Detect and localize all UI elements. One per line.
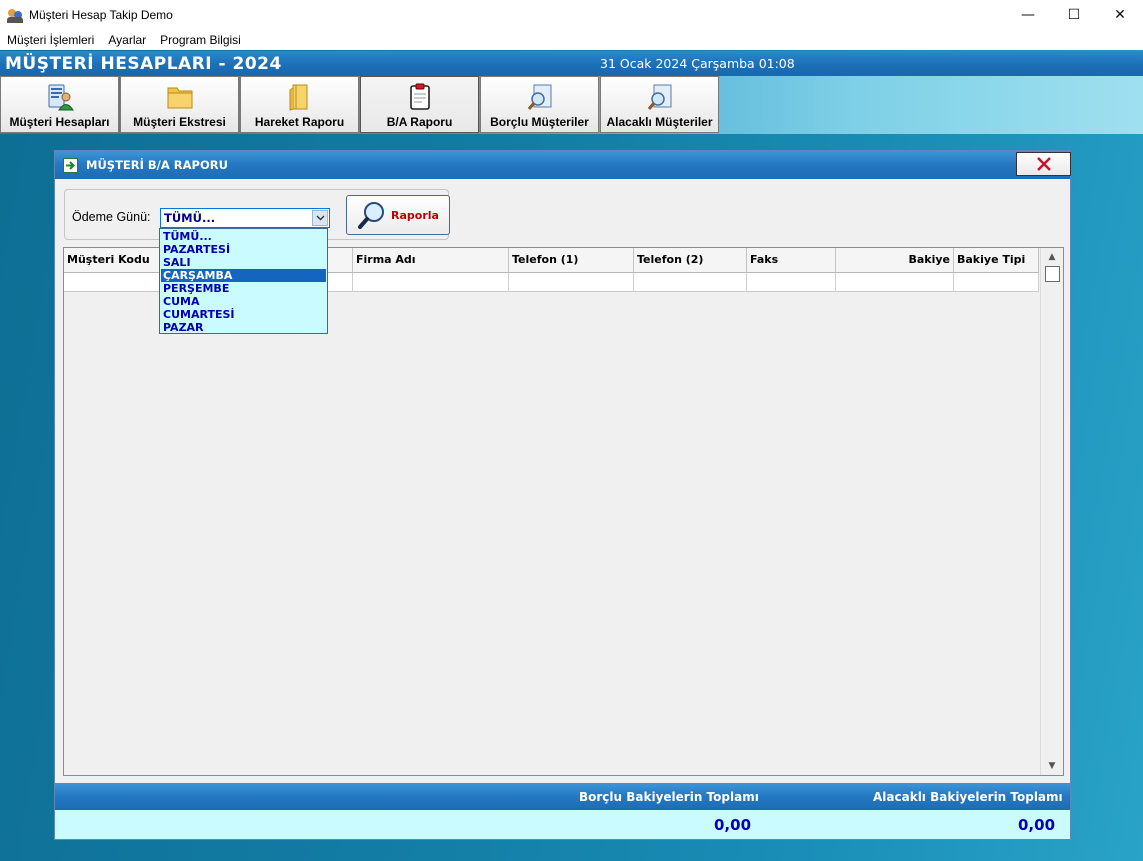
col-header-phone-1[interactable]: Telefon (1): [509, 248, 634, 272]
report-folder-icon: [289, 84, 308, 111]
dropdown-option-friday[interactable]: CUMA: [161, 295, 326, 308]
credit-total-label: Alacaklı Bakiyelerin Toplamı: [873, 790, 1063, 804]
debt-total-label: Borçlu Bakiyelerin Toplamı: [579, 790, 759, 804]
col-header-phone-2[interactable]: Telefon (2): [634, 248, 747, 272]
app-header-title: MÜŞTERİ HESAPLARI - 2024: [5, 54, 282, 74]
dropdown-option-tuesday[interactable]: SALI: [161, 256, 326, 269]
dropdown-option-all[interactable]: TÜMÜ...: [161, 230, 326, 243]
statement-folder-icon: [167, 87, 193, 109]
toolbar-label: Müşteri Ekstresi: [133, 115, 226, 129]
menu-bar: Müşteri İşlemleri Ayarlar Program Bilgis…: [0, 30, 1143, 50]
toolbar-label: Hareket Raporu: [254, 115, 345, 129]
payment-day-selected: TÜMÜ...: [164, 211, 216, 225]
maximize-button[interactable]: ☐: [1051, 0, 1097, 30]
menu-item-customer-ops[interactable]: Müşteri İşlemleri: [0, 33, 101, 47]
totals-values: 0,00 0,00: [55, 810, 1070, 839]
dropdown-option-saturday[interactable]: CUMARTESİ: [161, 308, 326, 321]
scroll-down-icon[interactable]: ▼: [1041, 758, 1063, 774]
magnifier-icon: [358, 202, 384, 229]
scroll-up-icon[interactable]: ▲: [1041, 249, 1063, 265]
minimize-button[interactable]: —: [1005, 0, 1051, 30]
credit-total-value: 0,00: [1018, 816, 1056, 834]
creditor-search-icon: [647, 84, 672, 110]
window-titlebar: Müşteri Hesap Takip Demo — ☐ ✕: [0, 0, 1143, 30]
toolbar-label: Alacaklı Müşteriler: [606, 115, 713, 129]
toolbar-button-movement-report[interactable]: Hareket Raporu: [240, 76, 359, 133]
close-button[interactable]: ✕: [1097, 0, 1143, 30]
dialog-titlebar: MÜŞTERİ B/A RAPORU: [55, 151, 1071, 179]
debt-total-value: 0,00: [714, 816, 752, 834]
toolbar-label: Borçlu Müşteriler: [490, 115, 589, 129]
totals-header: Borçlu Bakiyelerin Toplamı Alacaklı Baki…: [55, 783, 1070, 810]
customer-accounts-icon: [48, 84, 74, 111]
col-header-company-name[interactable]: Firma Adı: [353, 248, 509, 272]
menu-item-program-info[interactable]: Program Bilgisi: [153, 33, 248, 47]
toolbar-label: B/A Raporu: [386, 115, 453, 129]
col-header-customer-code[interactable]: Müşteri Kodu: [64, 248, 160, 272]
debtor-search-icon: [527, 84, 552, 110]
toolbar-button-customer-statement[interactable]: Müşteri Ekstresi: [120, 76, 239, 133]
app-header: MÜŞTERİ HESAPLARI - 2024 31 Ocak 2024 Ça…: [0, 51, 1143, 76]
arrow-right-icon: [63, 158, 78, 173]
dropdown-option-sunday[interactable]: PAZAR: [161, 321, 326, 334]
toolbar-button-creditor-customers[interactable]: Alacaklı Müşteriler: [600, 76, 719, 133]
window-controls: — ☐ ✕: [1005, 0, 1143, 30]
payment-day-dropdown: TÜMÜ... PAZARTESİ SALI ÇARŞAMBA PERŞEMBE…: [159, 228, 328, 334]
dialog-title: MÜŞTERİ B/A RAPORU: [86, 158, 228, 172]
toolbar-button-debtor-customers[interactable]: Borçlu Müşteriler: [480, 76, 599, 133]
grid-vertical-scrollbar[interactable]: ▲ ▼: [1040, 248, 1063, 775]
menu-item-settings[interactable]: Ayarlar: [101, 33, 153, 47]
dropdown-option-thursday[interactable]: PERŞEMBE: [161, 282, 326, 295]
chevron-down-icon[interactable]: [312, 210, 328, 226]
toolbar-button-customer-accounts[interactable]: Müşteri Hesapları: [0, 76, 119, 133]
dropdown-option-monday[interactable]: PAZARTESİ: [161, 243, 326, 256]
clipboard-icon: [410, 83, 430, 110]
report-button[interactable]: Raporla: [346, 195, 450, 235]
main-toolbar: Müşteri Hesapları Müşteri Ekstresi Harek…: [0, 76, 1143, 134]
report-button-label: Raporla: [391, 209, 439, 222]
scroll-thumb[interactable]: [1045, 266, 1060, 282]
toolbar-button-ba-report[interactable]: B/A Raporu: [360, 76, 479, 133]
window-title: Müşteri Hesap Takip Demo: [29, 8, 173, 22]
toolbar-label: Müşteri Hesapları: [9, 115, 110, 129]
header-date: 31 Ocak 2024 Çarşamba 01:08: [600, 56, 795, 71]
col-header-balance[interactable]: Bakiye: [836, 248, 954, 272]
payment-day-select[interactable]: TÜMÜ...: [160, 208, 330, 228]
col-header-fax[interactable]: Faks: [747, 248, 836, 272]
col-header-balance-type[interactable]: Bakiye Tipi: [954, 248, 1039, 272]
close-icon: [1036, 157, 1051, 171]
app-icon: [7, 7, 23, 23]
payment-day-label: Ödeme Günü:: [72, 210, 151, 224]
dropdown-option-wednesday[interactable]: ÇARŞAMBA: [161, 269, 326, 282]
dialog-close-button[interactable]: [1016, 152, 1071, 176]
